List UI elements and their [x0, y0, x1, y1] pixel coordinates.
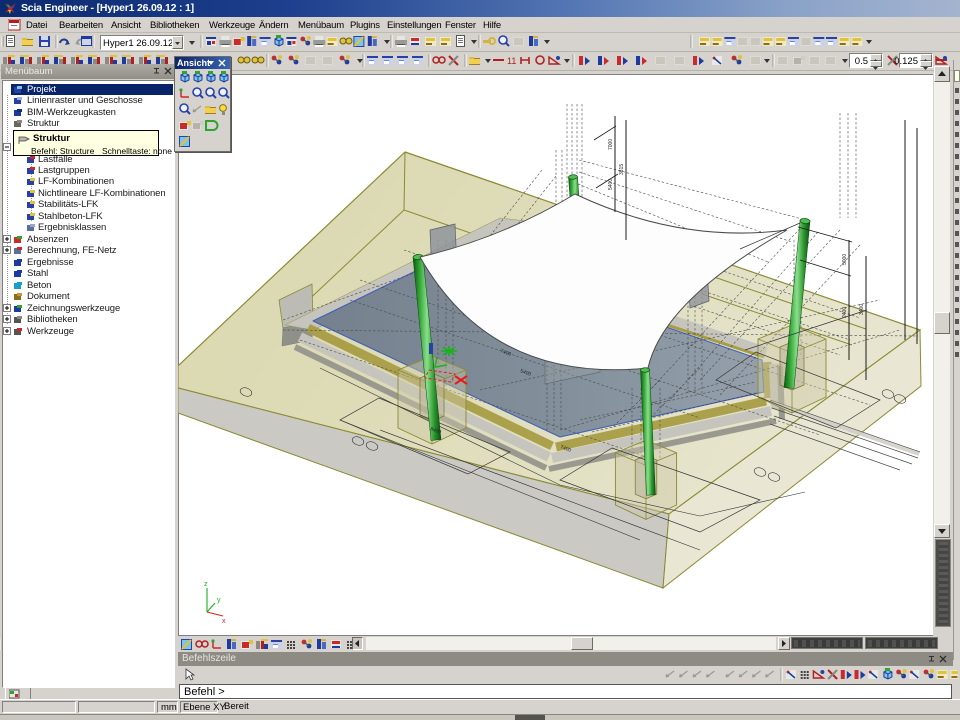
svg-text:7000: 7000	[608, 139, 614, 150]
svg-text:y: y	[217, 597, 221, 604]
svg-text:z: z	[204, 581, 208, 588]
svg-text:2400: 2400	[842, 307, 848, 318]
svg-text:5000: 5000	[842, 254, 848, 265]
svg-text:x: x	[222, 618, 226, 625]
svg-text:3815: 3815	[619, 164, 625, 175]
svg-text:3400: 3400	[859, 304, 865, 315]
svg-text:11: 11	[507, 56, 516, 66]
svg-text:5400: 5400	[608, 179, 614, 190]
